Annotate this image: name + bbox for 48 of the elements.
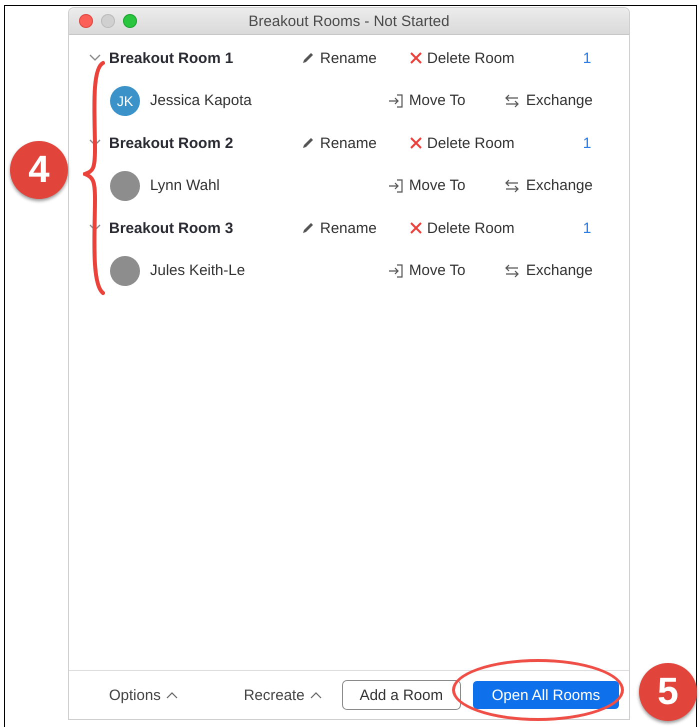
close-icon [409, 221, 423, 236]
avatar: JK [110, 86, 140, 116]
exchange-button[interactable]: Exchange [504, 262, 593, 280]
arrow-into-box-icon [388, 178, 404, 194]
participant-name: Jessica Kapota [150, 92, 253, 110]
zoom-button[interactable] [123, 14, 137, 28]
delete-room-button[interactable]: Delete Room [409, 220, 569, 237]
callout-badge: 5 [639, 663, 697, 721]
pencil-icon [301, 51, 315, 66]
rename-button[interactable]: Rename [301, 134, 409, 152]
close-button[interactable] [79, 14, 93, 28]
move-to-button[interactable]: Move To [388, 177, 504, 194]
chevron-icon[interactable] [89, 54, 101, 62]
caret-up-icon [166, 691, 178, 699]
delete-room-button[interactable]: Delete Room [409, 50, 569, 67]
swap-arrows-icon [504, 264, 520, 278]
swap-arrows-icon [504, 94, 520, 108]
rename-button[interactable]: Rename [301, 220, 409, 237]
participant-name: Lynn Wahl [150, 177, 221, 194]
pencil-icon [301, 221, 315, 236]
swap-arrows-icon [504, 178, 520, 193]
add-room-button[interactable]: Add a Room [342, 680, 461, 710]
rename-button[interactable]: Rename [301, 50, 409, 67]
photo-placeholder [110, 170, 140, 201]
window-title: Breakout Rooms - Not Started [248, 12, 450, 30]
photo-placeholder [110, 256, 140, 286]
participant-count: 1 [582, 220, 592, 237]
arrow-into-box-icon [388, 262, 404, 279]
room-name: Breakout Room 1 [109, 50, 234, 67]
recreate-button[interactable]: Recreate [244, 686, 322, 704]
close-icon [409, 136, 423, 150]
move-to-button[interactable]: Move To [388, 92, 504, 110]
move-to-button[interactable]: Move To [388, 262, 504, 280]
callout-badge: 4 [10, 141, 68, 199]
room-name: Breakout Room 3 [109, 220, 234, 237]
delete-room-button[interactable]: Delete Room [409, 134, 569, 152]
pencil-icon [301, 136, 315, 150]
close-icon [409, 51, 423, 66]
participant-count: 1 [582, 50, 592, 67]
room-name: Breakout Room 2 [109, 134, 234, 152]
exchange-button[interactable]: Exchange [504, 177, 593, 194]
open-all-rooms-button[interactable]: Open All Rooms [472, 681, 619, 709]
arrow-into-box-icon [388, 92, 404, 109]
exchange-button[interactable]: Exchange [504, 92, 593, 110]
participant-name: Jules Keith-Le [150, 262, 246, 280]
caret-up-icon [310, 691, 322, 699]
participant-count: 1 [582, 134, 592, 152]
options-button[interactable]: Options [109, 686, 178, 704]
